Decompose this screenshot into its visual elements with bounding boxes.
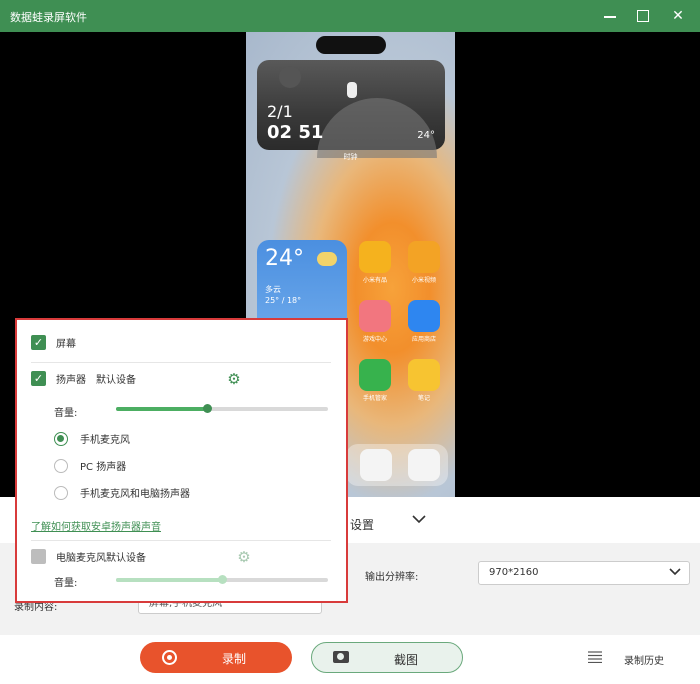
- gear-icon[interactable]: ⚙: [236, 549, 252, 565]
- app-label-0: 小米有品: [362, 277, 387, 284]
- app-label-4: 手机管家: [362, 395, 387, 402]
- speaker-label: 扬声器: [56, 375, 86, 386]
- speaker-volume-label: 音量:: [54, 408, 78, 419]
- camera-icon: [333, 651, 349, 663]
- radio-label-2: 手机麦克风和电脑扬声器: [80, 489, 190, 500]
- weather-widget: 24° 多云 25° / 18°: [257, 240, 347, 330]
- slider-handle[interactable]: [203, 404, 213, 413]
- divider: [31, 540, 331, 541]
- audio-source-panel: ✓ 屏幕 ✓ 扬声器 默认设备 ⚙ 音量: 手机麦克风 PC 扬声器 手机麦克风…: [15, 318, 348, 603]
- weather-temp: 24°: [265, 246, 304, 271]
- pc-mic-checkbox[interactable]: [31, 549, 46, 564]
- speaker-help-link[interactable]: 了解如何获取安卓扬声器声音: [31, 518, 161, 533]
- speaker-volume-slider[interactable]: [116, 404, 328, 413]
- gear-icon[interactable]: ⚙: [226, 371, 242, 387]
- minimize-button[interactable]: [600, 6, 620, 26]
- app-icon-0: [359, 241, 391, 273]
- list-icon[interactable]: [588, 651, 602, 663]
- radio-option-2[interactable]: 手机麦克风和电脑扬声器: [54, 485, 190, 500]
- cloud-sun-icon: [317, 252, 337, 266]
- close-icon: ✕: [672, 8, 684, 24]
- radio-label-1: PC 扬声器: [80, 462, 127, 473]
- clock-widget-label: 时钟: [343, 153, 358, 161]
- close-button[interactable]: ✕: [668, 6, 688, 26]
- speaker-option[interactable]: ✓ 扬声器 默认设备: [31, 371, 136, 386]
- record-icon: [162, 650, 177, 665]
- chevron-down-icon[interactable]: [412, 512, 426, 526]
- astronaut-graphic: [347, 82, 357, 98]
- pc-mic-option[interactable]: 电脑麦克风 默认设备: [31, 549, 146, 564]
- app-icon-2: [359, 300, 391, 332]
- mic-volume-slider[interactable]: [116, 575, 328, 584]
- moon-graphic: [279, 66, 301, 88]
- phone-dock: [346, 444, 448, 486]
- slider-fill: [116, 407, 208, 411]
- maximize-button[interactable]: [633, 6, 653, 26]
- speaker-device: 默认设备: [96, 375, 136, 386]
- app-icon-4: [359, 359, 391, 391]
- pc-mic-label: 电脑麦克风: [56, 553, 106, 564]
- app-label-5: 笔记: [417, 395, 430, 402]
- record-history-link[interactable]: 录制历史: [624, 652, 664, 667]
- output-resolution-value: 970*2160: [489, 567, 539, 578]
- speaker-checkbox[interactable]: ✓: [31, 371, 46, 386]
- screenshot-label: 截图: [394, 653, 419, 667]
- weather-range: 25° / 18°: [265, 296, 302, 305]
- slider-fill: [116, 578, 222, 582]
- record-button[interactable]: 录制: [140, 642, 292, 673]
- clock-temp: 24°: [417, 130, 435, 141]
- slider-handle[interactable]: [218, 575, 227, 584]
- weather-condition: 多云: [265, 285, 281, 294]
- clock-date: 2/1: [267, 102, 293, 121]
- output-resolution-label: 输出分辨率:: [365, 572, 419, 583]
- screen-checkbox[interactable]: ✓: [31, 335, 46, 350]
- camera-icon: [408, 449, 440, 481]
- radio-label-0: 手机麦克风: [80, 435, 130, 446]
- phone-notch: [316, 36, 386, 54]
- radio-dot[interactable]: [54, 485, 68, 500]
- clock-time: 02 51: [267, 122, 324, 143]
- output-resolution-select[interactable]: 970*2160: [478, 561, 690, 585]
- app-icon-5: [408, 359, 440, 391]
- app-label-2: 游戏中心: [362, 336, 387, 343]
- app-label-3: 应用商店: [411, 336, 436, 343]
- app-icon-3: [408, 300, 440, 332]
- screen-label: 屏幕: [56, 339, 76, 350]
- mic-volume-label: 音量:: [54, 578, 78, 589]
- app-label-1: 小米视频: [411, 277, 436, 284]
- minimize-icon: [604, 16, 616, 18]
- maximize-icon: [637, 10, 649, 22]
- screen-option[interactable]: ✓ 屏幕: [31, 335, 76, 350]
- compass-icon: [360, 449, 392, 481]
- title-bar: 数据蛙录屏软件 ✕: [0, 0, 700, 32]
- radio-dot[interactable]: [54, 431, 68, 446]
- radio-dot[interactable]: [54, 458, 68, 473]
- window-title: 数据蛙录屏软件: [10, 11, 87, 24]
- record-label: 录制: [222, 652, 247, 666]
- radio-option-1[interactable]: PC 扬声器: [54, 458, 126, 473]
- pc-mic-device: 默认设备: [106, 553, 146, 564]
- chevron-down-icon: [669, 568, 681, 576]
- screenshot-button[interactable]: 截图: [311, 642, 463, 673]
- settings-title: 设置: [350, 518, 375, 532]
- clock-widget: 2/1 02 51 24°: [257, 60, 445, 158]
- radio-option-0[interactable]: 手机麦克风: [54, 431, 130, 446]
- divider: [31, 362, 331, 363]
- planet-graphic: [317, 98, 437, 158]
- app-icon-1: [408, 241, 440, 273]
